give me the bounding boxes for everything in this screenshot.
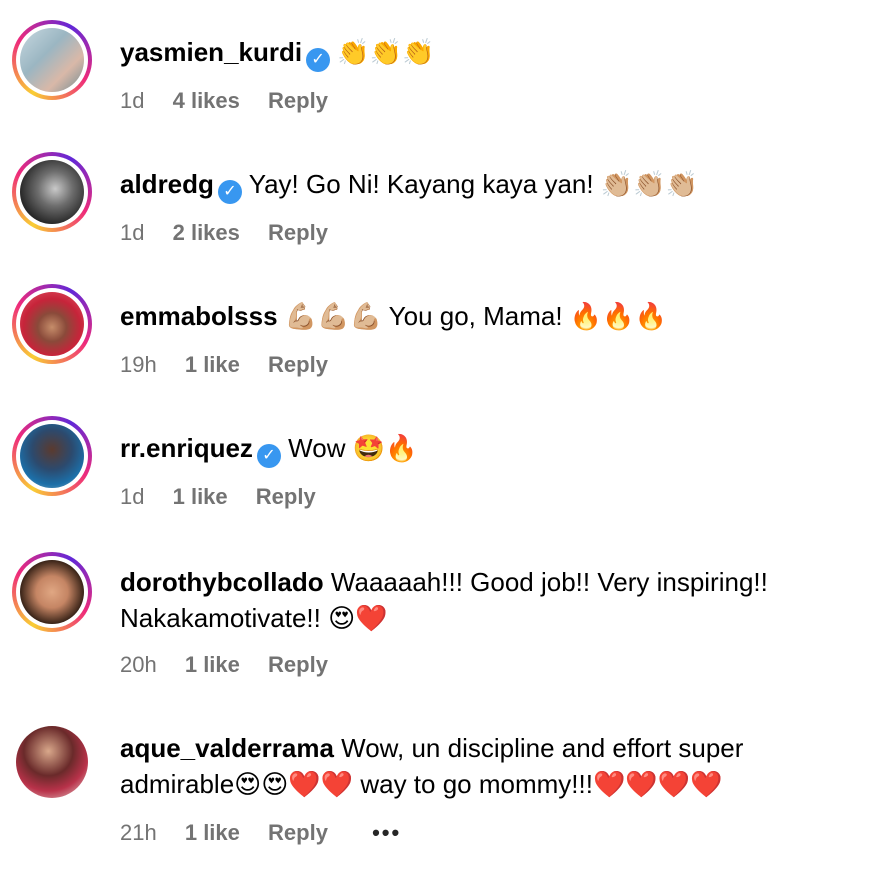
username[interactable]: aldredg <box>120 169 214 199</box>
story-ring[interactable] <box>12 152 92 232</box>
reply-button[interactable]: Reply <box>256 484 316 509</box>
reply-button[interactable]: Reply <box>268 652 328 677</box>
comment-emoji: 😍❤️ <box>328 604 388 634</box>
avatar[interactable] <box>16 726 88 798</box>
verified-badge-icon: ✓ <box>217 180 242 204</box>
likes-count[interactable]: 4 likes <box>173 88 240 113</box>
timestamp[interactable]: 19h <box>120 352 157 377</box>
more-options-icon[interactable]: ••• <box>372 820 401 845</box>
comment-emoji: 👏🏼👏🏼👏🏼 <box>600 170 698 200</box>
likes-count[interactable]: 1 like <box>185 652 240 677</box>
timestamp[interactable]: 1d <box>120 220 144 245</box>
story-ring[interactable] <box>12 416 92 496</box>
comment-text: You go, Mama! <box>388 301 563 331</box>
story-ring[interactable] <box>12 20 92 100</box>
timestamp[interactable]: 1d <box>120 484 144 509</box>
likes-count[interactable]: 2 likes <box>173 220 240 245</box>
timestamp[interactable]: 20h <box>120 652 157 677</box>
avatar[interactable] <box>20 560 84 624</box>
timestamp[interactable]: 21h <box>120 820 157 845</box>
likes-count[interactable]: 1 like <box>185 820 240 845</box>
timestamp[interactable]: 1d <box>120 88 144 113</box>
comment-meta: 1d 1 like Reply <box>120 482 338 512</box>
username[interactable]: aque_valderrama <box>120 733 334 763</box>
verified-badge-icon: ✓ <box>306 48 331 72</box>
comment-meta: 19h 1 like Reply <box>120 350 350 380</box>
comment-emoji: 👏👏👏 <box>337 38 435 68</box>
comment-meta: 1d 2 likes Reply <box>120 218 350 248</box>
story-ring[interactable] <box>12 284 92 364</box>
comment-meta: 20h 1 like Reply <box>120 650 350 680</box>
comment-meta: 21h 1 like Reply ••• <box>120 818 423 848</box>
username[interactable]: emmabolsss <box>120 301 278 331</box>
comment-emoji: 🔥🔥🔥 <box>569 302 667 332</box>
likes-count[interactable]: 1 like <box>185 352 240 377</box>
username[interactable]: dorothybcollado <box>120 567 324 597</box>
reply-button[interactable]: Reply <box>268 220 328 245</box>
verified-badge-icon: ✓ <box>256 444 281 468</box>
story-ring[interactable] <box>12 552 92 632</box>
username[interactable]: yasmien_kurdi <box>120 37 302 67</box>
comment-text: Yay! Go Ni! Kayang kaya yan! <box>248 169 594 199</box>
comment-body: yasmien_kurdi ✓ 👏👏👏 <box>120 34 860 72</box>
comment-emoji: 💪🏼💪🏼💪🏼 <box>284 302 382 332</box>
comment-body: emmabolsss 💪🏼💪🏼💪🏼 You go, Mama! 🔥🔥🔥 <box>120 298 860 335</box>
comment-meta: 1d 4 likes Reply <box>120 86 350 116</box>
comment-text: Wow <box>288 433 346 463</box>
avatar-container[interactable] <box>16 726 88 798</box>
reply-button[interactable]: Reply <box>268 820 328 845</box>
avatar[interactable] <box>20 160 84 224</box>
comment-body: dorothybcollado Waaaaah!!! Good job!! Ve… <box>120 564 850 637</box>
likes-count[interactable]: 1 like <box>173 484 228 509</box>
comment-body: aque_valderrama Wow, un discipline and e… <box>120 730 850 802</box>
reply-button[interactable]: Reply <box>268 88 328 113</box>
comment-body: rr.enriquez ✓ Wow 🤩🔥 <box>120 430 860 468</box>
avatar[interactable] <box>20 292 84 356</box>
avatar[interactable] <box>20 28 84 92</box>
avatar[interactable] <box>20 424 84 488</box>
reply-button[interactable]: Reply <box>268 352 328 377</box>
comment-body: aldredg ✓ Yay! Go Ni! Kayang kaya yan! 👏🏼… <box>120 166 860 204</box>
username[interactable]: rr.enriquez <box>120 433 253 463</box>
comment-emoji: 🤩🔥 <box>352 434 418 464</box>
